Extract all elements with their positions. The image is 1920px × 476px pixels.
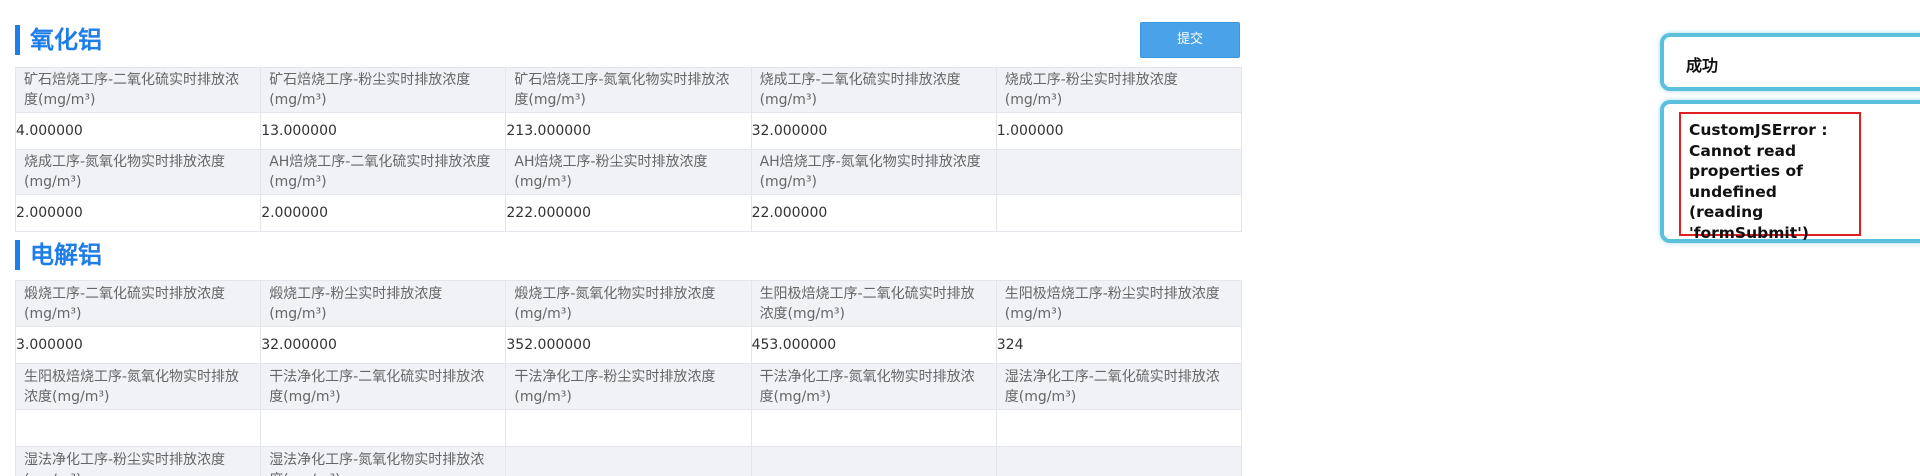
header-cell	[995, 446, 1242, 476]
value-cell: 453.000000	[750, 326, 997, 364]
alumina-table: 矿石焙烧工序-二氧化硫实时排放浓度(mg/m³) 矿石焙烧工序-粉尘实时排放浓度…	[14, 67, 1242, 232]
value-cell	[995, 409, 1242, 447]
electrolytic-table: 煅烧工序-二氧化硫实时排放浓度(mg/m³) 煅烧工序-粉尘实时排放浓度(mg/…	[14, 280, 1242, 476]
section-title-electrolytic: 电解铝	[15, 240, 102, 270]
table-row-header: 煅烧工序-二氧化硫实时排放浓度(mg/m³) 煅烧工序-粉尘实时排放浓度(mg/…	[14, 280, 1242, 327]
value-cell	[260, 409, 507, 447]
value-cell: 213.000000	[505, 112, 752, 150]
table-row-header: 生阳极焙烧工序-氮氧化物实时排放浓度(mg/m³) 干法净化工序-二氧化硫实时排…	[14, 363, 1242, 410]
value-cell: 13.000000	[260, 112, 507, 150]
error-toast[interactable]: CustomJSError : Cannot read properties o…	[1660, 100, 1920, 243]
header-cell: 烧成工序-粉尘实时排放浓度(mg/m³)	[995, 67, 1242, 113]
header-cell: 煅烧工序-粉尘实时排放浓度(mg/m³)	[260, 280, 507, 327]
header-cell: 煅烧工序-二氧化硫实时排放浓度(mg/m³)	[14, 280, 262, 327]
header-cell: AH焙烧工序-二氧化硫实时排放浓度(mg/m³)	[260, 149, 507, 195]
value-cell: 2.000000	[260, 194, 507, 232]
table-row-header: 烧成工序-氮氧化物实时排放浓度(mg/m³) AH焙烧工序-二氧化硫实时排放浓度…	[14, 149, 1242, 195]
header-cell: AH焙烧工序-粉尘实时排放浓度(mg/m³)	[505, 149, 752, 195]
value-cell	[505, 409, 752, 447]
header-cell	[995, 149, 1242, 195]
value-cell: 32.000000	[260, 326, 507, 364]
header-cell: 湿法净化工序-氮氧化物实时排放浓度(mg/m³)	[260, 446, 507, 476]
success-toast[interactable]: 成功	[1660, 33, 1920, 91]
header-cell: 生阳极焙烧工序-氮氧化物实时排放浓度(mg/m³)	[14, 363, 262, 410]
value-cell	[14, 409, 262, 447]
header-cell: 干法净化工序-粉尘实时排放浓度(mg/m³)	[505, 363, 752, 410]
value-cell	[750, 409, 997, 447]
value-cell: 324	[995, 326, 1242, 364]
page: 氧化铝 提交 矿石焙烧工序-二氧化硫实时排放浓度(mg/m³) 矿石焙烧工序-粉…	[0, 0, 1920, 476]
value-cell: 1.000000	[995, 112, 1242, 150]
header-cell: 烧成工序-二氧化硫实时排放浓度(mg/m³)	[750, 67, 997, 113]
submit-button[interactable]: 提交	[1140, 22, 1240, 58]
value-cell: 2.000000	[14, 194, 262, 232]
value-cell	[995, 194, 1242, 232]
value-cell: 4.000000	[14, 112, 262, 150]
header-cell: 生阳极焙烧工序-粉尘实时排放浓度(mg/m³)	[995, 280, 1242, 327]
table-row-values	[14, 409, 1242, 447]
table-row-values: 2.000000 2.000000 222.000000 22.000000	[14, 194, 1242, 232]
value-cell: 32.000000	[750, 112, 997, 150]
header-cell: 矿石焙烧工序-氮氧化物实时排放浓度(mg/m³)	[505, 67, 752, 113]
header-cell: AH焙烧工序-氮氧化物实时排放浓度(mg/m³)	[750, 149, 997, 195]
table-row-header: 矿石焙烧工序-二氧化硫实时排放浓度(mg/m³) 矿石焙烧工序-粉尘实时排放浓度…	[14, 67, 1242, 113]
value-cell: 3.000000	[14, 326, 262, 364]
header-cell: 矿石焙烧工序-粉尘实时排放浓度(mg/m³)	[260, 67, 507, 113]
header-cell	[750, 446, 997, 476]
header-cell: 煅烧工序-氮氧化物实时排放浓度(mg/m³)	[505, 280, 752, 327]
header-cell: 湿法净化工序-粉尘实时排放浓度(mg/m³)	[14, 446, 262, 476]
success-toast-text: 成功	[1686, 56, 1719, 75]
value-cell: 22.000000	[750, 194, 997, 232]
value-cell: 222.000000	[505, 194, 752, 232]
value-cell: 352.000000	[505, 326, 752, 364]
header-cell	[505, 446, 752, 476]
header-cell: 矿石焙烧工序-二氧化硫实时排放浓度(mg/m³)	[14, 67, 262, 113]
table-row-values: 4.000000 13.000000 213.000000 32.000000 …	[14, 112, 1242, 150]
header-cell: 湿法净化工序-二氧化硫实时排放浓度(mg/m³)	[995, 363, 1242, 410]
error-message: CustomJSError : Cannot read properties o…	[1679, 112, 1861, 242]
table-row-values: 3.000000 32.000000 352.000000 453.000000…	[14, 326, 1242, 364]
section-title-alumina: 氧化铝	[15, 25, 102, 55]
header-cell: 干法净化工序-二氧化硫实时排放浓度(mg/m³)	[260, 363, 507, 410]
header-cell: 生阳极焙烧工序-二氧化硫实时排放浓度(mg/m³)	[750, 280, 997, 327]
table-row-header: 湿法净化工序-粉尘实时排放浓度(mg/m³) 湿法净化工序-氮氧化物实时排放浓度…	[14, 446, 1242, 476]
header-cell: 干法净化工序-氮氧化物实时排放浓度(mg/m³)	[750, 363, 997, 410]
header-cell: 烧成工序-氮氧化物实时排放浓度(mg/m³)	[14, 149, 262, 195]
